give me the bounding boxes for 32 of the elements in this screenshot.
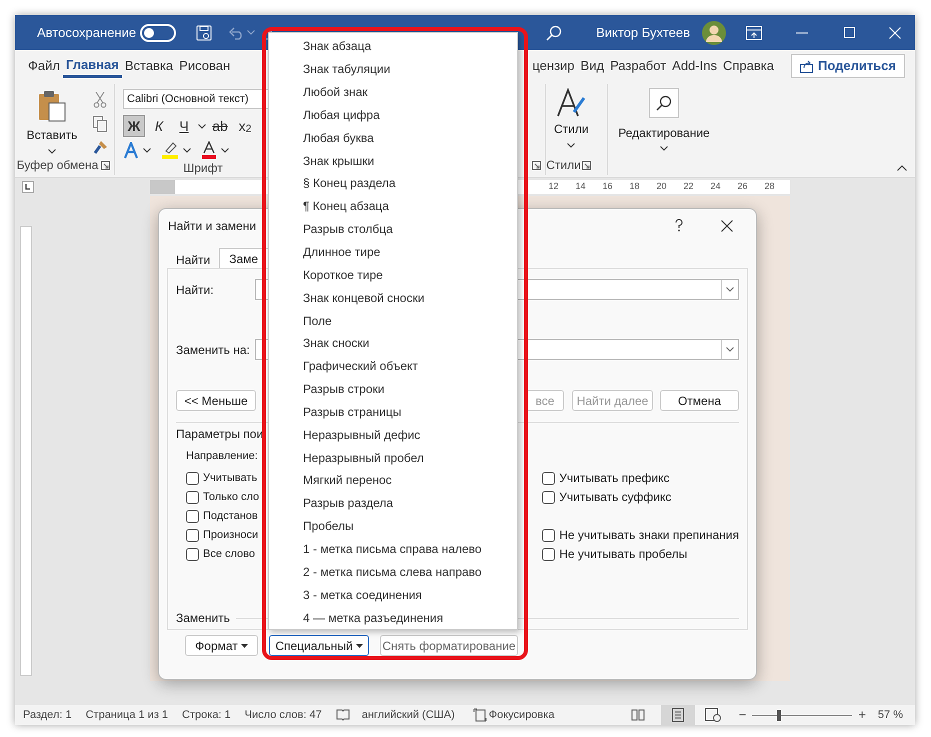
autosave-label: Автосохранение bbox=[37, 24, 136, 42]
ruler-number: 14 bbox=[574, 180, 586, 194]
checkbox-label: Не учитывать знаки препинания bbox=[559, 527, 739, 544]
line-status: Строка: 1 bbox=[182, 708, 231, 723]
checkbox-label: Учитывать bbox=[203, 470, 258, 486]
checkbox-label: Все слово bbox=[203, 546, 256, 562]
checkbox-label: Учитывать суффикс bbox=[559, 489, 672, 506]
checkbox-label: Не учитывать пробелы bbox=[559, 546, 688, 563]
group-label: Шрифт bbox=[183, 160, 223, 177]
field-label: Найти: bbox=[176, 282, 215, 298]
checkbox-label: Произноси bbox=[203, 528, 258, 543]
page-status: Страница 1 из 1 bbox=[86, 708, 168, 723]
field-label: Заменить на: bbox=[176, 342, 251, 358]
group-label: Буфер обмена bbox=[16, 157, 98, 174]
user-name: Виктор Бухтеев bbox=[596, 24, 690, 42]
ruler-number: 24 bbox=[709, 180, 722, 194]
ruler-number: 18 bbox=[628, 180, 640, 194]
ruler-number: 12 bbox=[547, 180, 560, 194]
checkbox-label: Подстанов bbox=[203, 508, 258, 524]
word-count: Число слов: 47 bbox=[244, 708, 322, 723]
group-label: Стили bbox=[546, 157, 581, 174]
ruler-number: 28 bbox=[763, 180, 776, 194]
direction-label: Направление: bbox=[186, 449, 258, 464]
ruler-number: 26 bbox=[736, 180, 748, 194]
ruler-number: 16 bbox=[601, 180, 614, 194]
ruler-number: 20 bbox=[655, 180, 668, 194]
dialog-title: Найти и замени bbox=[168, 218, 256, 234]
ruler-number: 22 bbox=[682, 180, 694, 194]
checkbox-label: Учитывать префикс bbox=[559, 470, 670, 487]
section-status: Раздел: 1 bbox=[23, 708, 72, 723]
checkbox-label: Только сло bbox=[203, 490, 260, 505]
section-label: Заменить bbox=[176, 610, 230, 627]
